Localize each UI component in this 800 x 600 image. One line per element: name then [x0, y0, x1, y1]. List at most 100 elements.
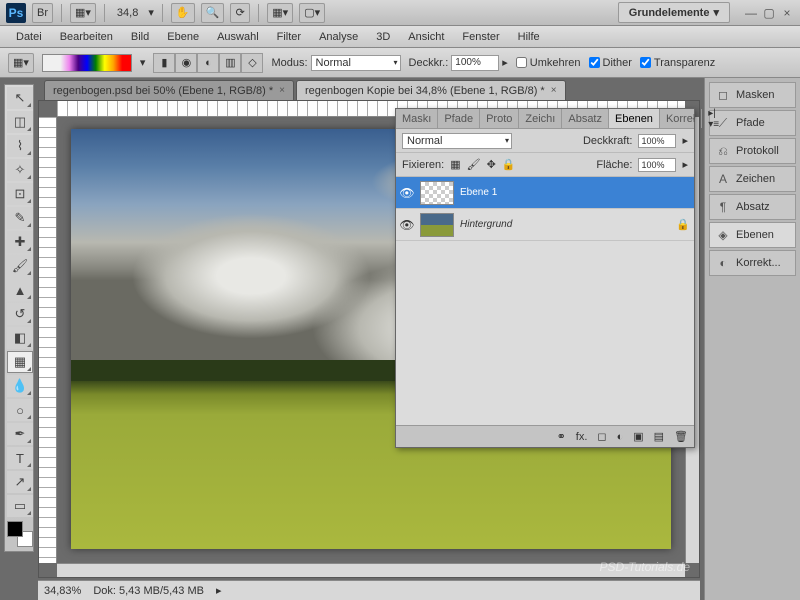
close-tab-icon[interactable]: ×: [279, 85, 285, 96]
status-doc-size[interactable]: Dok: 5,43 MB/5,43 MB: [93, 585, 204, 597]
status-zoom[interactable]: 34,83%: [44, 585, 81, 597]
close-icon[interactable]: ×: [780, 6, 794, 20]
dock-masken[interactable]: ◻Masken: [709, 82, 796, 108]
doc-tab-2[interactable]: regenbogen Kopie bei 34,8% (Ebene 1, RGB…: [296, 80, 566, 100]
layer-thumbnail[interactable]: [420, 213, 454, 237]
brush-tool[interactable]: 🖌: [7, 255, 33, 277]
lock-all-icon[interactable]: 🔒: [502, 158, 516, 171]
visibility-icon[interactable]: 👁: [400, 186, 414, 200]
dodge-tool[interactable]: ○: [7, 399, 33, 421]
history-brush-tool[interactable]: ↺: [7, 303, 33, 325]
rotate-view-icon[interactable]: ⟳: [230, 3, 250, 23]
shape-tool[interactable]: ▭: [7, 495, 33, 517]
layer-mask-icon[interactable]: ◻: [597, 430, 606, 443]
zoom-tool-icon[interactable]: 🔍: [201, 3, 225, 23]
workspace-dropdown[interactable]: Grundelemente▾: [618, 2, 730, 23]
view-extras-button[interactable]: ▦▾: [70, 3, 96, 23]
opacity-input[interactable]: [451, 55, 499, 71]
linear-gradient-icon[interactable]: ▮: [153, 53, 175, 73]
radial-gradient-icon[interactable]: ◉: [175, 53, 197, 73]
marquee-tool[interactable]: ◫: [7, 111, 33, 133]
menu-ansicht[interactable]: Ansicht: [400, 29, 452, 45]
adjustment-layer-icon[interactable]: ◐: [617, 431, 624, 443]
layer-name[interactable]: Hintergrund: [460, 219, 512, 230]
layer-row[interactable]: 👁 Hintergrund 🔒: [396, 209, 694, 241]
lasso-tool[interactable]: ⌇: [7, 135, 33, 157]
minimize-icon[interactable]: —: [744, 6, 758, 20]
panel-tab-protokoll[interactable]: Proto: [480, 109, 519, 128]
menu-bild[interactable]: Bild: [123, 29, 157, 45]
gradient-tool[interactable]: ▦: [7, 351, 33, 373]
lock-position-icon[interactable]: ✥: [487, 158, 496, 171]
menu-auswahl[interactable]: Auswahl: [209, 29, 267, 45]
move-tool[interactable]: ↖: [7, 87, 33, 109]
screen-mode-button[interactable]: ▢▾: [299, 3, 325, 23]
fill-input[interactable]: [638, 158, 676, 172]
link-layers-icon[interactable]: ⚭: [557, 430, 566, 443]
dock-ebenen[interactable]: ◈Ebenen: [709, 222, 796, 248]
lock-transparency-icon[interactable]: ▦: [450, 158, 460, 171]
watermark: PSD-Tutorials.de: [600, 560, 690, 574]
diamond-gradient-icon[interactable]: ◇: [241, 53, 263, 73]
wand-tool[interactable]: ✧: [7, 159, 33, 181]
panel-tab-masken[interactable]: Maskı: [396, 109, 438, 128]
menu-fenster[interactable]: Fenster: [454, 29, 507, 45]
eraser-tool[interactable]: ◧: [7, 327, 33, 349]
reflected-gradient-icon[interactable]: ▥: [219, 53, 241, 73]
path-select-tool[interactable]: ↗: [7, 471, 33, 493]
panel-tab-zeichen[interactable]: Zeichı: [519, 109, 562, 128]
pen-tool[interactable]: ✒: [7, 423, 33, 445]
arrange-docs-button[interactable]: ▦▾: [267, 3, 293, 23]
transparency-checkbox[interactable]: Transparenz: [640, 57, 715, 69]
healing-tool[interactable]: ✚: [7, 231, 33, 253]
angle-gradient-icon[interactable]: ◐: [197, 53, 219, 73]
gradient-preview[interactable]: [42, 54, 132, 72]
panel-tab-ebenen[interactable]: Ebenen: [609, 109, 660, 128]
hand-tool-icon[interactable]: ✋: [171, 3, 195, 23]
menu-bearbeiten[interactable]: Bearbeiten: [52, 29, 121, 45]
new-layer-icon[interactable]: ▤: [654, 430, 664, 443]
layer-fx-icon[interactable]: fx.: [576, 431, 588, 443]
maximize-icon[interactable]: ▢: [762, 6, 776, 20]
zoom-value[interactable]: 34,8: [113, 7, 142, 19]
doc-tab-1[interactable]: regenbogen.psd bei 50% (Ebene 1, RGB/8) …: [44, 80, 294, 100]
layer-row[interactable]: 👁 Ebene 1: [396, 177, 694, 209]
eyedropper-tool[interactable]: ✎: [7, 207, 33, 229]
panel-tab-absatz[interactable]: Absatz: [562, 109, 609, 128]
menu-datei[interactable]: Datei: [8, 29, 50, 45]
dock-korrekturen[interactable]: ◐Korrekt...: [709, 250, 796, 276]
tool-preset-button[interactable]: ▦▾: [8, 53, 34, 73]
new-group-icon[interactable]: ▣: [633, 430, 643, 443]
type-tool[interactable]: T: [7, 447, 33, 469]
blur-tool[interactable]: 💧: [7, 375, 33, 397]
menu-analyse[interactable]: Analyse: [311, 29, 366, 45]
layer-thumbnail[interactable]: [420, 181, 454, 205]
app-icon: Ps: [6, 3, 26, 23]
menu-hilfe[interactable]: Hilfe: [510, 29, 548, 45]
bridge-button[interactable]: Br: [32, 3, 53, 23]
crop-tool[interactable]: ⊡: [7, 183, 33, 205]
color-swatch[interactable]: [7, 521, 33, 547]
close-tab-icon[interactable]: ×: [551, 85, 557, 96]
lock-pixels-icon[interactable]: 🖌: [467, 158, 481, 171]
stamp-tool[interactable]: ▲: [7, 279, 33, 301]
panel-menu-icon[interactable]: ▸| ▾≡: [702, 108, 725, 130]
visibility-icon[interactable]: 👁: [400, 218, 414, 232]
panel-tab-korrekturen[interactable]: Korreł: [660, 109, 702, 128]
dither-checkbox[interactable]: Dither: [589, 57, 632, 69]
reverse-checkbox[interactable]: Umkehren: [516, 57, 581, 69]
dock-absatz[interactable]: ¶Absatz: [709, 194, 796, 220]
scrollbar-horizontal[interactable]: [57, 563, 685, 577]
dock-zeichen[interactable]: AZeichen: [709, 166, 796, 192]
menu-filter[interactable]: Filter: [269, 29, 309, 45]
menu-ebene[interactable]: Ebene: [159, 29, 207, 45]
panel-tab-pfade[interactable]: Pfade: [438, 109, 480, 128]
blend-mode-dropdown[interactable]: Normal: [311, 55, 401, 71]
layer-name[interactable]: Ebene 1: [460, 187, 497, 198]
delete-layer-icon[interactable]: 🗑: [674, 430, 688, 443]
layer-opacity-input[interactable]: [638, 134, 676, 148]
menu-3d[interactable]: 3D: [368, 29, 398, 45]
dock-protokoll[interactable]: ⎌Protokoll: [709, 138, 796, 164]
ruler-vertical[interactable]: [39, 117, 57, 563]
layer-blend-dropdown[interactable]: Normal: [402, 133, 512, 149]
